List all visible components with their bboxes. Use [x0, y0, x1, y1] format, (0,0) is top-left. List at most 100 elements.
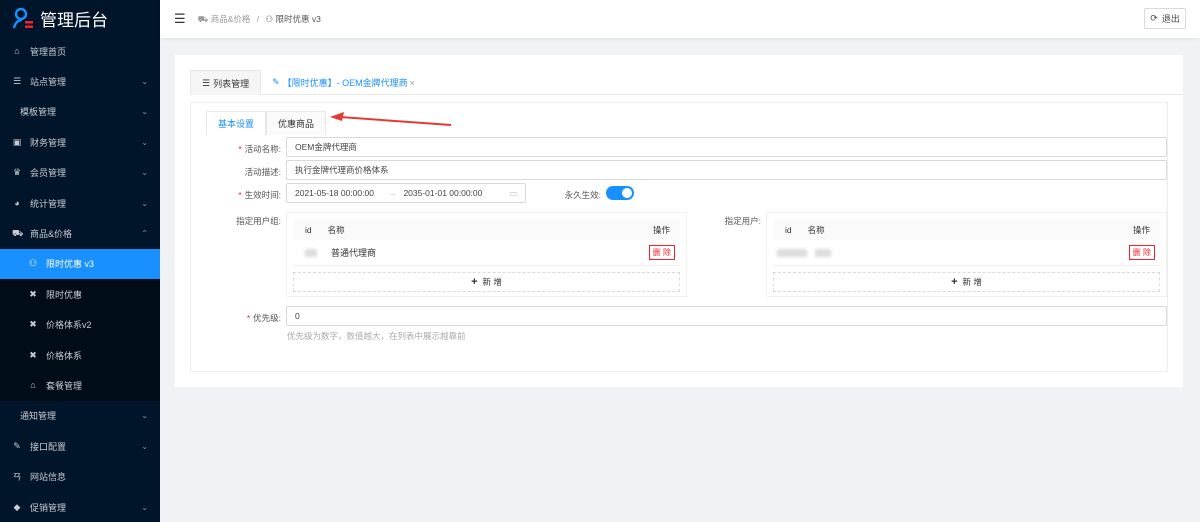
database-icon: ☰ — [12, 76, 22, 87]
sidebar-item[interactable]: 模板管理 ⌄ — [0, 97, 160, 127]
sidebar-item-label: 网站信息 — [30, 472, 67, 483]
submenu: ⚇ 限时优惠 v3 ✖ 限时优惠 ✖ 价格体系v2 ✖ 价格体系 ⌂ 套餐管理 — [0, 248, 160, 401]
pie-chart-icon: ◕ — [14, 198, 20, 209]
calendar-icon: ▭ — [508, 187, 517, 198]
sidebar-item-label: 统计管理 — [30, 198, 67, 209]
add-label: 新 增 — [482, 277, 502, 287]
col-id: id — [305, 225, 312, 235]
sidebar-item-label: 管理首页 — [30, 46, 67, 57]
table-row: 删 除 — [773, 240, 1160, 266]
sidebar-item[interactable]: ✎ 接口配置 ⌄ — [0, 431, 160, 461]
sidebar-item[interactable]: ⛟ 商品&价格 ⌃ — [0, 218, 160, 248]
add-button[interactable]: + 新 增 — [773, 272, 1160, 292]
user-label: 指定用户: — [724, 216, 761, 226]
col-id: id — [785, 225, 792, 235]
activity-desc-input[interactable]: 执行金牌代理商价格体系 — [286, 160, 1167, 180]
add-label: 新 增 — [962, 277, 982, 287]
tab-basic-settings[interactable]: 基本设置 — [206, 111, 267, 135]
breadcrumb: ⛟ 商品&价格 / ⚇ 限时优惠 v3 — [198, 13, 321, 26]
sidebar-item[interactable]: ☰ 站点管理 ⌄ — [0, 66, 160, 96]
sidebar-item[interactable]: ✖ 限时优惠 — [0, 279, 160, 309]
name-label: * 活动名称: — [238, 144, 281, 154]
sidebar-item-label: 通知管理 — [20, 411, 57, 422]
content-card: ☰ 列表管理 ✎ 【限时优惠】- OEM金牌代理商 × 基本设置 优惠商品 * 活动名称… — [175, 55, 1183, 387]
col-op: 操作 — [652, 225, 670, 235]
forever-label: 永久生效: — [564, 190, 601, 200]
app-title: 管理后台 — [40, 10, 108, 30]
plus-icon: + — [471, 276, 478, 288]
sidebar-item[interactable]: ▣ 财务管理 ⌄ — [0, 127, 160, 157]
chevron-down-icon: ⌄ — [141, 411, 148, 421]
tab-list-management[interactable]: ☰ 列表管理 — [190, 70, 262, 95]
sidebar-item-label: 促销管理 — [30, 502, 67, 513]
user-icon: ⚇ — [265, 13, 276, 24]
sidebar-item-label: 商品&价格 — [30, 229, 73, 240]
breadcrumb-item[interactable]: 商品&价格 — [211, 14, 251, 24]
add-button[interactable]: + 新 增 — [293, 272, 680, 292]
plug-icon: ✎ — [13, 440, 21, 451]
wallet-icon: ▣ — [12, 136, 22, 147]
delete-button[interactable]: 删 除 — [648, 245, 675, 260]
tab-discount-goods[interactable]: 优惠商品 — [266, 111, 327, 135]
breadcrumb-current: 限时优惠 v3 — [275, 13, 321, 24]
sidebar-item[interactable]: ♛ 会员管理 ⌄ — [0, 158, 160, 188]
blurred-id — [305, 248, 317, 257]
sidebar-item[interactable]: ㄢ网站信息 — [0, 461, 160, 491]
activity-name-input[interactable]: OEM金牌代理商 — [286, 137, 1167, 157]
logout-icon: ⟳ — [1150, 13, 1158, 23]
logo[interactable]: 管理后台 — [0, 0, 160, 36]
forever-toggle[interactable] — [606, 186, 634, 200]
sidebar-item-label: 限时优惠 v3 — [46, 259, 95, 270]
sidebar-item[interactable]: ⌂ 管理首页 — [0, 36, 160, 66]
chevron-down-icon: ⌄ — [141, 107, 148, 117]
start-date[interactable]: 2021-05-18 00:00:00 — [295, 188, 374, 198]
logout-button[interactable]: ⟳ 退出 — [1144, 8, 1186, 29]
sidebar-item[interactable]: 通知管理 ⌄ — [0, 401, 160, 431]
close-icon[interactable]: × — [410, 78, 415, 88]
tab-label: 列表管理 — [213, 78, 250, 89]
menu-fold-icon[interactable]: ☰ — [174, 11, 186, 27]
cross-icon: ✖ — [29, 288, 37, 299]
user-icon: ⚇ — [28, 258, 38, 269]
col-name: 名称 — [807, 225, 825, 235]
sidebar-item[interactable]: ◕ 统计管理 ⌄ — [0, 188, 160, 218]
table-row: 普通代理商 删 除 — [293, 240, 680, 266]
blurred-name — [815, 248, 831, 257]
col-name: 名称 — [327, 225, 345, 235]
plus-icon: + — [951, 276, 958, 288]
sidebar-item[interactable]: ⚇ 限时优惠 v3 — [0, 248, 160, 280]
date-range-picker[interactable]: 2021-05-18 00:00:00 → 2035-01-01 00:00:0… — [286, 183, 526, 203]
priority-input[interactable]: 0 — [286, 306, 1167, 326]
priority-hint: 优先级为数字，数值越大，在列表中展示越靠前 — [287, 331, 466, 341]
col-op: 操作 — [1132, 225, 1150, 235]
chevron-up-icon: ⌃ — [141, 229, 148, 239]
range-arrow: → — [387, 188, 397, 198]
sidebar-item[interactable]: ◆ 促销管理 ⌄ — [0, 492, 160, 522]
end-date[interactable]: 2035-01-01 00:00:00 — [403, 188, 482, 198]
chevron-down-icon: ⌄ — [141, 198, 148, 208]
sidebar-item-label: 接口配置 — [30, 441, 67, 452]
chevron-down-icon: ⌄ — [141, 137, 148, 147]
shop-icon: ⌂ — [30, 380, 36, 391]
home-icon: ⌂ — [14, 46, 20, 57]
sidebar-item[interactable]: ✖ 价格体系v2 — [0, 310, 160, 340]
sidebar-item-label: 套餐管理 — [46, 380, 83, 391]
blurred-id — [777, 248, 807, 257]
sidebar-item[interactable]: ✖ 价格体系 — [0, 340, 160, 370]
tag-icon: ◆ — [13, 501, 21, 512]
delete-button[interactable]: 删 除 — [1128, 245, 1155, 260]
group-label: 指定用户组: — [236, 216, 281, 226]
sidebar-item-label: 模板管理 — [20, 107, 57, 118]
sidebar-item[interactable]: ⌂ 套餐管理 — [0, 370, 160, 400]
sidebar-item-label: 价格体系v2 — [46, 320, 92, 331]
cross-icon: ✖ — [29, 349, 37, 360]
logout-label: 退出 — [1161, 14, 1180, 24]
time-label: * 生效时间: — [238, 190, 281, 200]
sidebar-item-label: 限时优惠 — [46, 289, 83, 300]
edit-form: 基本设置 优惠商品 * 活动名称: OEM金牌代理商 活动描述: 执行金牌代理商价… — [190, 102, 1168, 372]
priority-label: * 优先级: — [246, 313, 281, 323]
tab-current-edit[interactable]: ✎ 【限时优惠】- OEM金牌代理商 × — [261, 70, 426, 95]
chevron-down-icon: ⌄ — [141, 77, 148, 87]
cart-icon: ⛟ — [12, 227, 24, 238]
cart-icon: ⛟ — [197, 13, 211, 24]
